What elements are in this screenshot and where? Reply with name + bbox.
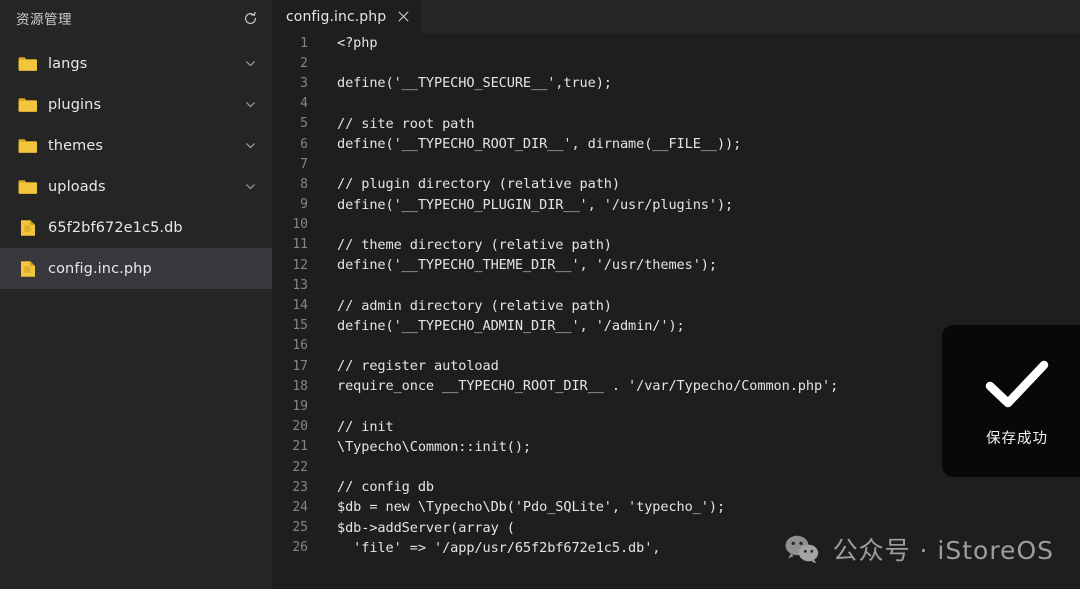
file-tree-item-label: 65f2bf672e1c5.db: [48, 219, 183, 236]
code-line[interactable]: 10: [272, 215, 1080, 235]
file-editor-app: 资源管理 langs plugins themes uploads 65f2bf672e…: [0, 0, 1080, 589]
refresh-icon[interactable]: [240, 8, 260, 28]
file-tree: langs plugins themes uploads 65f2bf672e1c5.d…: [0, 43, 272, 289]
line-text: // plugin directory (relative path): [337, 176, 620, 193]
line-text: \Typecho\Common::init();: [337, 438, 532, 455]
line-text: // init: [337, 418, 394, 435]
folder-icon: [18, 177, 37, 196]
toast-message: 保存成功: [986, 430, 1048, 447]
line-text: require_once __TYPECHO_ROOT_DIR__ . '/va…: [337, 378, 839, 395]
folder-icon: [18, 54, 37, 73]
file-tree-item-65f2bf672e1c5-db[interactable]: 65f2bf672e1c5.db: [0, 207, 272, 248]
line-number: 18: [272, 378, 318, 394]
file-tree-item-label: uploads: [48, 178, 106, 195]
line-number: 10: [272, 217, 318, 233]
line-text: define('__TYPECHO_ADMIN_DIR__', '/admin/…: [337, 317, 685, 334]
folder-icon: [18, 136, 37, 155]
line-number: 3: [272, 75, 318, 91]
code-line[interactable]: 2: [272, 53, 1080, 73]
code-line[interactable]: 11 // theme directory (relative path): [272, 235, 1080, 255]
line-text: define('__TYPECHO_THEME_DIR__', '/usr/th…: [337, 257, 717, 274]
line-text: 'file' => '/app/usr/65f2bf672e1c5.db',: [337, 539, 661, 556]
line-number: 4: [272, 96, 318, 112]
line-text: // register autoload: [337, 358, 499, 375]
file-tree-item-themes[interactable]: themes: [0, 125, 272, 166]
code-line[interactable]: 24 $db = new \Typecho\Db('Pdo_SQLite', 't…: [272, 497, 1080, 517]
line-text: define('__TYPECHO_SECURE__',true);: [337, 75, 612, 92]
file-tree-item-langs[interactable]: langs: [0, 43, 272, 84]
line-text: // site root path: [337, 115, 475, 132]
line-number: 7: [272, 156, 318, 172]
line-number: 22: [272, 459, 318, 475]
chevron-down-icon[interactable]: [242, 97, 258, 113]
file-tree-item-config-inc-php[interactable]: config.inc.php: [0, 248, 272, 289]
line-number: 6: [272, 136, 318, 152]
resource-sidebar: 资源管理 langs plugins themes uploads 65f2bf672e…: [0, 0, 272, 589]
file-icon: [18, 218, 37, 237]
code-editor-pane: config.inc.php 1 <?php 2 3 define('__TYPECHO…: [272, 0, 1080, 589]
line-number: 1: [272, 35, 318, 51]
line-text: // config db: [337, 479, 435, 496]
check-icon: [982, 355, 1052, 415]
line-number: 5: [272, 116, 318, 132]
code-line[interactable]: 13: [272, 275, 1080, 295]
line-text: // admin directory (relative path): [337, 297, 612, 314]
editor-tabbar: config.inc.php: [272, 0, 1080, 33]
line-number: 17: [272, 358, 318, 374]
code-line[interactable]: 5 // site root path: [272, 114, 1080, 134]
line-text: // theme directory (relative path): [337, 236, 612, 253]
chevron-down-icon[interactable]: [242, 138, 258, 154]
save-success-toast: 保存成功: [942, 325, 1080, 477]
line-text: $db = new \Typecho\Db('Pdo_SQLite', 'typ…: [337, 499, 726, 516]
line-number: 13: [272, 277, 318, 293]
line-number: 8: [272, 176, 318, 192]
code-line[interactable]: 14 // admin directory (relative path): [272, 295, 1080, 315]
file-tree-item-label: themes: [48, 137, 103, 154]
line-number: 2: [272, 55, 318, 71]
line-number: 11: [272, 237, 318, 253]
line-number: 24: [272, 499, 318, 515]
close-icon[interactable]: [395, 9, 411, 25]
line-text: $db->addServer(array (: [337, 519, 515, 536]
line-number: 15: [272, 318, 318, 334]
file-tree-item-label: langs: [48, 55, 88, 72]
code-line[interactable]: 23 // config db: [272, 477, 1080, 497]
tab-label: config.inc.php: [286, 8, 387, 25]
chevron-down-icon[interactable]: [242, 179, 258, 195]
line-number: 26: [272, 540, 318, 556]
line-number: 25: [272, 520, 318, 536]
chevron-down-icon[interactable]: [242, 56, 258, 72]
line-text: define('__TYPECHO_PLUGIN_DIR__', '/usr/p…: [337, 196, 734, 213]
line-text: define('__TYPECHO_ROOT_DIR__', dirname(_…: [337, 136, 742, 153]
line-number: 14: [272, 298, 318, 314]
line-number: 16: [272, 338, 318, 354]
file-tree-item-uploads[interactable]: uploads: [0, 166, 272, 207]
sidebar-title: 资源管理: [16, 12, 72, 28]
file-tree-item-label: plugins: [48, 96, 102, 113]
code-line[interactable]: 4: [272, 94, 1080, 114]
line-number: 21: [272, 439, 318, 455]
code-line[interactable]: 6 define('__TYPECHO_ROOT_DIR__', dirname(…: [272, 134, 1080, 154]
code-line[interactable]: 25 $db->addServer(array (: [272, 518, 1080, 538]
code-line[interactable]: 12 define('__TYPECHO_THEME_DIR__', '/usr/…: [272, 255, 1080, 275]
line-number: 23: [272, 479, 318, 495]
code-line[interactable]: 8 // plugin directory (relative path): [272, 174, 1080, 194]
sidebar-header: 资源管理: [0, 0, 272, 36]
code-content[interactable]: 1 <?php 2 3 define('__TYPECHO_SECURE__',true…: [272, 33, 1080, 589]
folder-icon: [18, 95, 37, 114]
code-line[interactable]: 26 'file' => '/app/usr/65f2bf672e1c5.db'…: [272, 538, 1080, 558]
line-number: 9: [272, 197, 318, 213]
line-text: <?php: [337, 35, 378, 52]
code-line[interactable]: 7: [272, 154, 1080, 174]
file-icon: [18, 259, 37, 278]
tab-config-inc-php[interactable]: config.inc.php: [272, 0, 422, 33]
file-tree-item-label: config.inc.php: [48, 260, 152, 277]
line-number: 12: [272, 257, 318, 273]
file-tree-item-plugins[interactable]: plugins: [0, 84, 272, 125]
line-number: 19: [272, 398, 318, 414]
line-number: 20: [272, 419, 318, 435]
code-line[interactable]: 9 define('__TYPECHO_PLUGIN_DIR__', '/usr/…: [272, 195, 1080, 215]
code-line[interactable]: 3 define('__TYPECHO_SECURE__',true);: [272, 73, 1080, 93]
code-line[interactable]: 1 <?php: [272, 33, 1080, 53]
